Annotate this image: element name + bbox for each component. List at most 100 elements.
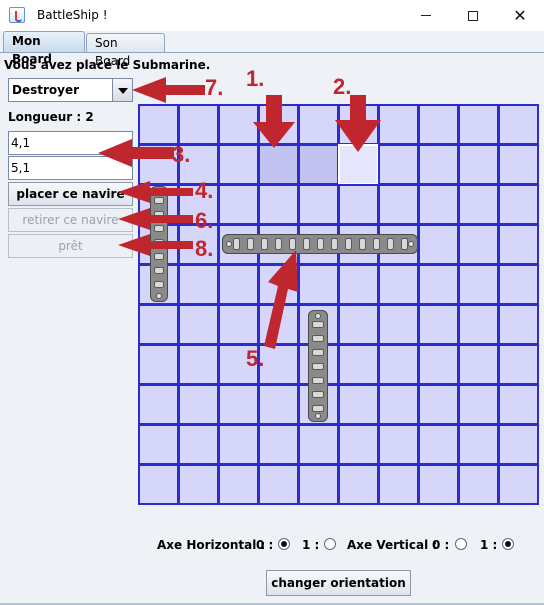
board-cell[interactable]	[378, 344, 419, 385]
board-cell[interactable]	[298, 464, 339, 505]
board-cell[interactable]	[298, 104, 339, 145]
board-cell[interactable]	[418, 424, 459, 465]
place-ship-button[interactable]: placer ce navire	[8, 182, 133, 206]
board-cell[interactable]	[418, 144, 459, 185]
board-cell[interactable]	[178, 384, 219, 425]
placed-ship-vertical-left[interactable]	[150, 186, 168, 302]
board-cell[interactable]	[258, 184, 299, 225]
board-cell[interactable]	[458, 224, 499, 265]
board-cell[interactable]	[458, 424, 499, 465]
board-cell[interactable]	[338, 304, 379, 345]
board-cell[interactable]	[458, 104, 499, 145]
board-cell[interactable]	[378, 264, 419, 305]
board-cell[interactable]	[258, 464, 299, 505]
board-cell[interactable]	[218, 264, 259, 305]
chevron-down-icon[interactable]	[112, 79, 132, 101]
board-cell[interactable]	[218, 184, 259, 225]
board-cell[interactable]	[498, 384, 539, 425]
end-coordinate-field[interactable]: 5,1	[8, 156, 133, 180]
board-cell[interactable]	[378, 304, 419, 345]
board-cell[interactable]	[178, 304, 219, 345]
board-cell[interactable]	[138, 344, 179, 385]
board-cell[interactable]	[338, 264, 379, 305]
board-cell[interactable]	[218, 104, 259, 145]
board-cell[interactable]	[218, 464, 259, 505]
board-cell[interactable]	[418, 464, 459, 505]
board-cell[interactable]	[378, 184, 419, 225]
board-cell[interactable]	[338, 184, 379, 225]
board-cell[interactable]	[338, 384, 379, 425]
board-cell[interactable]	[378, 424, 419, 465]
board-cell[interactable]	[418, 304, 459, 345]
board-cell[interactable]	[418, 104, 459, 145]
board-cell[interactable]	[378, 384, 419, 425]
board-cell[interactable]	[258, 304, 299, 345]
board-cell[interactable]	[298, 144, 339, 185]
placed-ship-horizontal[interactable]	[222, 234, 418, 254]
horizontal-radio-0[interactable]	[278, 538, 290, 550]
board-cell[interactable]	[298, 184, 339, 225]
board-cell[interactable]	[498, 104, 539, 145]
placed-ship-vertical-center[interactable]	[308, 310, 328, 422]
board-cell[interactable]	[378, 464, 419, 505]
maximize-icon[interactable]	[450, 0, 496, 31]
board-cell[interactable]	[218, 384, 259, 425]
board-cell[interactable]	[258, 384, 299, 425]
board-cell[interactable]	[178, 464, 219, 505]
minimize-icon[interactable]	[403, 0, 449, 31]
board-cell[interactable]	[498, 304, 539, 345]
board-cell[interactable]	[138, 424, 179, 465]
board-cell[interactable]	[498, 224, 539, 265]
close-icon[interactable]: ✕	[497, 0, 543, 31]
ready-button[interactable]: prêt	[8, 234, 133, 258]
board-cell[interactable]	[178, 424, 219, 465]
board-cell[interactable]	[178, 104, 219, 145]
board-cell[interactable]	[498, 344, 539, 385]
board-cell[interactable]	[378, 144, 419, 185]
board-cell[interactable]	[458, 344, 499, 385]
board-cell[interactable]	[458, 464, 499, 505]
board-cell[interactable]	[258, 104, 299, 145]
board-cell[interactable]	[418, 184, 459, 225]
tab-mon-board[interactable]: Mon Board	[3, 31, 85, 66]
change-orientation-button[interactable]: changer orientation	[266, 570, 411, 596]
board-cell[interactable]	[138, 304, 179, 345]
ship-select[interactable]: Destroyer	[8, 78, 133, 102]
remove-ship-button[interactable]: retirer ce navire	[8, 208, 133, 232]
vertical-radio-1[interactable]	[502, 538, 514, 550]
board-cell[interactable]	[498, 184, 539, 225]
board-cell[interactable]	[418, 264, 459, 305]
vertical-radio-0[interactable]	[455, 538, 467, 550]
board-cell[interactable]	[218, 144, 259, 185]
board-cell[interactable]	[218, 304, 259, 345]
board-cell[interactable]	[138, 104, 179, 145]
board-cell[interactable]	[458, 184, 499, 225]
board-cell[interactable]	[338, 144, 379, 185]
board-cell[interactable]	[178, 344, 219, 385]
board-cell[interactable]	[458, 264, 499, 305]
board-cell[interactable]	[498, 264, 539, 305]
horizontal-radio-1[interactable]	[324, 538, 336, 550]
board-cell[interactable]	[458, 304, 499, 345]
board-cell[interactable]	[258, 264, 299, 305]
board-cell[interactable]	[338, 104, 379, 145]
tab-son-board[interactable]: Son Board	[86, 33, 165, 68]
board-cell[interactable]	[418, 224, 459, 265]
board-cell[interactable]	[218, 424, 259, 465]
board-cell[interactable]	[338, 464, 379, 505]
start-coordinate-field[interactable]: 4,1	[8, 131, 133, 155]
board-cell[interactable]	[418, 344, 459, 385]
board-cell[interactable]	[498, 144, 539, 185]
board-cell[interactable]	[138, 464, 179, 505]
board-cell[interactable]	[178, 264, 219, 305]
board-cell[interactable]	[258, 424, 299, 465]
board-cell[interactable]	[338, 424, 379, 465]
board-cell[interactable]	[338, 344, 379, 385]
board-cell[interactable]	[298, 424, 339, 465]
board-cell[interactable]	[258, 144, 299, 185]
board-cell[interactable]	[298, 264, 339, 305]
board-cell[interactable]	[498, 464, 539, 505]
board-cell[interactable]	[458, 144, 499, 185]
board-cell[interactable]	[458, 384, 499, 425]
board-cell[interactable]	[378, 104, 419, 145]
